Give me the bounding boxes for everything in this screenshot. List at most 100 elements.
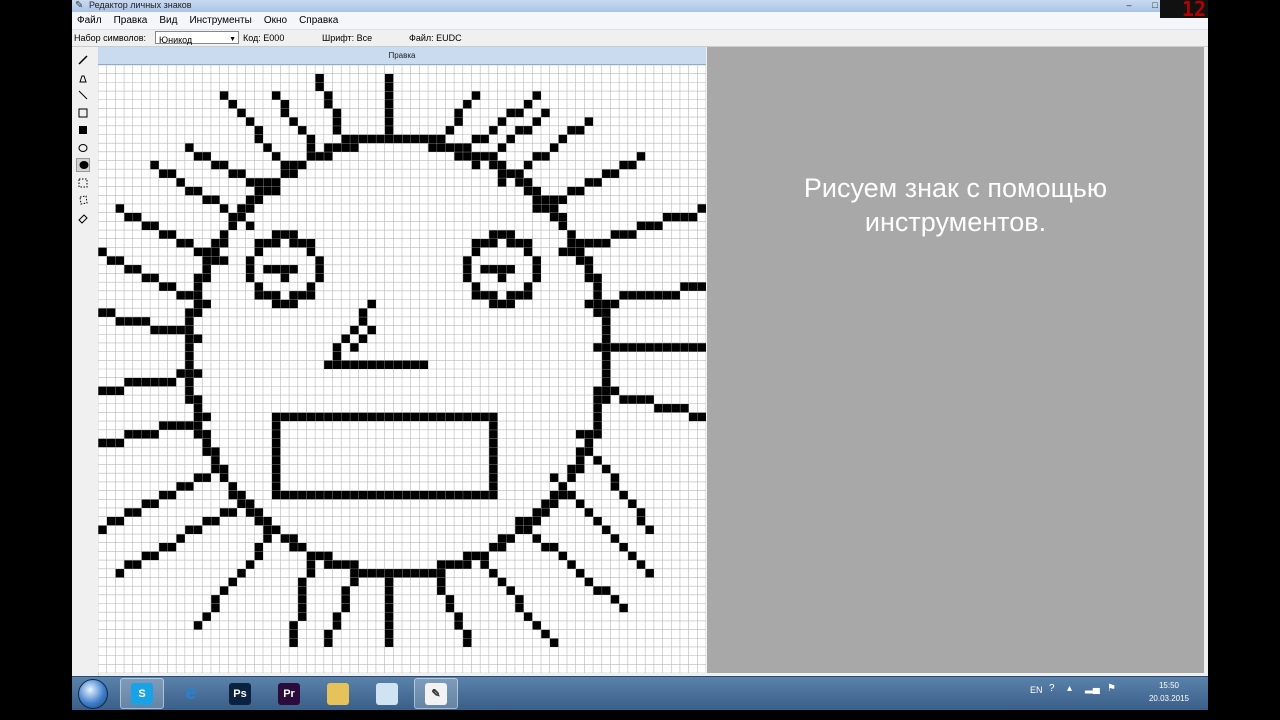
explorer-taskbar-button[interactable] xyxy=(316,678,360,709)
filled-pixel xyxy=(697,282,706,291)
tool-eraser[interactable] xyxy=(76,211,90,225)
photoshop-taskbar-button[interactable]: Ps xyxy=(218,678,262,709)
filled-pixel xyxy=(228,169,237,178)
flag-icon[interactable]: ⚑ xyxy=(1107,683,1116,694)
filled-pixel xyxy=(176,325,185,335)
filled-pixel xyxy=(289,169,298,178)
filled-pixel xyxy=(115,317,125,326)
menu-help[interactable]: Справка xyxy=(293,15,344,26)
clock-time[interactable]: 15:50 xyxy=(1144,681,1194,690)
filled-pixel xyxy=(463,100,472,109)
filled-pixel xyxy=(124,430,133,439)
skype-taskbar-button[interactable]: S xyxy=(120,678,164,709)
language-indicator[interactable]: EN xyxy=(1030,685,1043,695)
filled-pixel xyxy=(515,603,524,613)
filled-pixel xyxy=(384,117,394,126)
filled-pixel xyxy=(376,412,385,422)
filled-pixel xyxy=(558,221,568,231)
filled-pixel xyxy=(124,317,133,326)
filled-pixel xyxy=(489,430,498,439)
filled-pixel xyxy=(176,291,185,300)
filled-pixel xyxy=(245,178,255,187)
filled-pixel xyxy=(489,152,498,161)
filled-pixel xyxy=(341,334,350,343)
filled-pixel xyxy=(124,377,133,387)
filled-pixel xyxy=(272,152,281,161)
tool-rectangular-selection[interactable] xyxy=(76,176,90,190)
filled-pixel xyxy=(324,152,333,161)
tool-freeform-selection[interactable] xyxy=(76,193,90,207)
menu-view[interactable]: Вид xyxy=(153,15,183,26)
filled-pixel xyxy=(358,134,368,144)
tool-filled-ellipse[interactable] xyxy=(76,158,90,172)
minimize-button[interactable]: – xyxy=(1116,0,1142,11)
tool-filled-rectangle[interactable] xyxy=(76,123,90,137)
network-signal-icon[interactable]: ▂▄ xyxy=(1085,683,1100,694)
filled-pixel xyxy=(471,291,481,300)
tool-line[interactable] xyxy=(76,88,90,102)
eudc-editor-taskbar-button[interactable]: ✎ xyxy=(414,678,458,709)
filled-pixel xyxy=(289,534,298,543)
filled-pixel xyxy=(402,569,411,578)
filled-pixel xyxy=(245,117,255,126)
filled-pixel xyxy=(489,490,498,500)
filled-pixel xyxy=(367,299,376,309)
filled-pixel xyxy=(176,239,185,248)
filled-pixel xyxy=(419,360,429,369)
glyph-edit-grid[interactable] xyxy=(98,65,706,673)
filled-pixel xyxy=(584,577,594,587)
filled-pixel xyxy=(593,456,602,465)
filled-pixel xyxy=(254,134,264,144)
filled-pixel xyxy=(341,360,350,369)
menu-tools[interactable]: Инструменты xyxy=(183,15,257,26)
filled-pixel xyxy=(480,551,489,561)
tool-hollow-rectangle[interactable] xyxy=(76,106,90,120)
filled-pixel xyxy=(167,490,177,500)
filled-pixel xyxy=(263,178,272,187)
filled-pixel xyxy=(202,447,211,456)
ie-taskbar-button[interactable]: e xyxy=(169,678,213,709)
filled-pixel xyxy=(662,404,672,413)
menu-edit[interactable]: Правка xyxy=(108,15,154,26)
start-button[interactable] xyxy=(78,679,108,709)
filled-pixel xyxy=(471,152,481,161)
filled-pixel xyxy=(341,134,350,144)
charset-dropdown[interactable]: Юникод ▼ xyxy=(155,31,239,45)
title-bar[interactable]: ✎ Редактор личных знаков – □ ✕ xyxy=(72,0,1208,12)
filled-pixel xyxy=(497,117,507,126)
filled-pixel xyxy=(185,291,194,300)
filled-pixel xyxy=(662,343,672,352)
filled-pixel xyxy=(237,569,246,578)
filled-pixel xyxy=(497,178,507,187)
filled-pixel xyxy=(263,265,272,274)
filled-pixel xyxy=(193,152,203,161)
generic-app-taskbar-button[interactable] xyxy=(365,678,409,709)
filled-pixel xyxy=(489,456,498,465)
filled-pixel xyxy=(489,291,498,300)
filled-pixel xyxy=(350,569,359,578)
filled-pixel xyxy=(593,273,602,283)
filled-pixel xyxy=(497,273,507,283)
filled-pixel xyxy=(489,438,498,448)
filled-pixel xyxy=(193,395,203,404)
filled-pixel xyxy=(393,569,402,578)
filled-pixel xyxy=(489,464,498,474)
filled-pixel xyxy=(584,447,594,456)
filled-pixel xyxy=(576,256,585,265)
filled-pixel xyxy=(628,160,637,170)
menu-window[interactable]: Окно xyxy=(258,15,293,26)
help-icon[interactable]: ? xyxy=(1049,683,1055,694)
clock-date[interactable]: 20.03.2015 xyxy=(1140,694,1198,703)
tool-pencil[interactable] xyxy=(76,53,90,67)
filled-pixel xyxy=(497,299,507,309)
tool-brush[interactable] xyxy=(76,71,90,85)
filled-pixel xyxy=(541,499,550,508)
filled-pixel xyxy=(341,603,350,613)
filled-pixel xyxy=(341,490,350,500)
menu-file[interactable]: Файл xyxy=(72,15,108,26)
filled-pixel xyxy=(98,247,107,257)
arrow-up-icon[interactable]: ▴ xyxy=(1067,683,1072,694)
filled-pixel xyxy=(263,239,272,248)
premiere-taskbar-button[interactable]: Pr xyxy=(267,678,311,709)
tool-hollow-ellipse[interactable] xyxy=(76,141,90,155)
